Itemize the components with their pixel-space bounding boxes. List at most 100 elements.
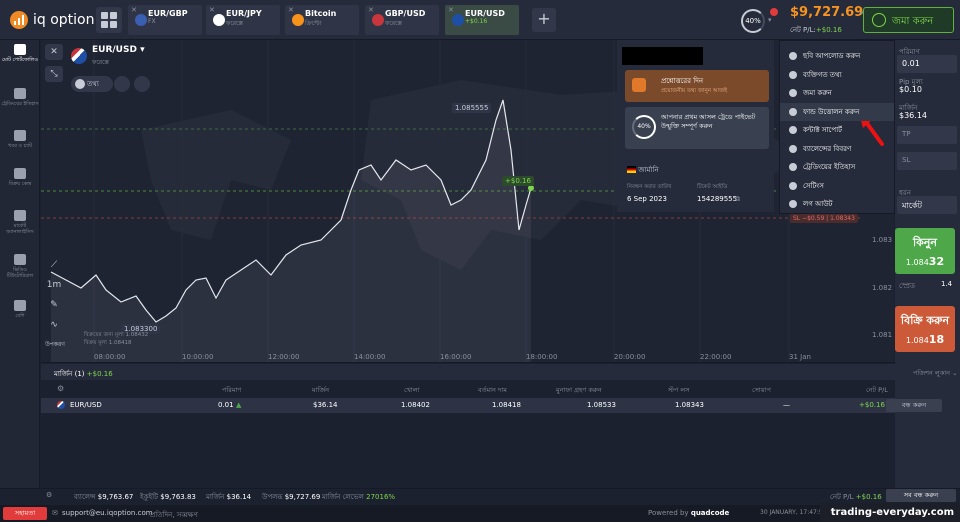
bell-icon[interactable]	[114, 76, 130, 92]
menu-item[interactable]: ছবি আপলোড করুন	[780, 47, 894, 65]
leverage-ring[interactable]: 40%	[741, 9, 765, 33]
close-position-button[interactable]: বন্ধ করুন	[886, 399, 942, 412]
info-button[interactable]: তথ্য	[71, 76, 113, 92]
close-icon[interactable]: ✕	[45, 44, 63, 60]
support-button[interactable]: সহায়তা	[3, 507, 47, 520]
tab-close-icon[interactable]: ✕	[209, 6, 215, 14]
footer-settings-icon[interactable]: ⚙	[46, 491, 52, 499]
balance-value[interactable]: $9,727.69	[790, 5, 863, 20]
indicator-icon[interactable]: ∿	[45, 316, 63, 334]
column-header[interactable]: সোয়াপ	[752, 385, 771, 396]
user-id: 154289555	[697, 195, 738, 203]
asset-selector[interactable]: EUR/USD ▾ ফরেক্সে	[71, 45, 145, 68]
tab-close-icon[interactable]: ✕	[288, 6, 294, 14]
take-profit-input[interactable]: TP	[897, 126, 957, 144]
sidebar-item[interactable]: ভিডিও টিউটোরিয়াল	[0, 254, 40, 279]
open-label: বিক্রয়ের জন্য মূল্য	[84, 332, 124, 338]
sell-price: 1.08418	[905, 333, 945, 346]
cell-asset: EUR/USD	[70, 401, 102, 409]
order-type-select[interactable]: মার্কেট	[897, 196, 957, 214]
cell-current: 1.08418	[492, 401, 521, 409]
star-icon[interactable]	[134, 76, 150, 92]
time-tick: 31 Jan	[789, 353, 811, 361]
stop-loss-input[interactable]: SL	[897, 152, 957, 170]
asset-tab[interactable]: ✕ EUR/GBP FX	[128, 5, 202, 35]
eur-usd-flag-icon	[57, 401, 65, 409]
deposit-button[interactable]: জমা করুন	[863, 7, 954, 33]
menu-item[interactable]: লগ আউট	[780, 195, 894, 213]
withdraw-icon	[789, 107, 797, 116]
analysis-icon	[14, 210, 26, 221]
sell-button[interactable]: বিক্রি করুন 1.08418	[895, 306, 955, 352]
table-row[interactable]	[41, 398, 895, 413]
timeframe-button[interactable]: 1m	[45, 276, 63, 294]
deposit-icon	[789, 89, 797, 97]
tab-name: EUR/GBP	[148, 9, 188, 18]
logo[interactable]: iq option	[10, 11, 95, 29]
amount-input[interactable]: 0.01	[897, 55, 957, 73]
tab-close-icon[interactable]: ✕	[368, 6, 374, 14]
tab-flag-icon	[135, 14, 147, 26]
expand-icon[interactable]: ⤡	[45, 66, 63, 82]
margin-tab[interactable]: মার্জিন (1) +$0.16	[54, 368, 113, 380]
menu-item[interactable]: ব্যক্তিগত তথ্য	[780, 66, 894, 84]
tab-flag-icon	[452, 14, 464, 26]
support-email[interactable]: support@eu.iqoption.com	[62, 509, 153, 517]
asset-tab[interactable]: ✕ GBP/USD ফরেক্সে	[365, 5, 439, 35]
apps-grid-button[interactable]	[96, 7, 122, 33]
column-header[interactable]: মুনাফা গ্রহণ করুন	[556, 385, 602, 396]
sidebar-item[interactable]: ট্রেডিংয়ের ইতিহাস	[0, 88, 40, 107]
asset-tab[interactable]: ✕ Bitcoin ক্রিপ্টো	[285, 5, 359, 35]
column-header[interactable]: স্টপ লস	[668, 385, 690, 396]
column-header[interactable]: মার্জিন	[312, 385, 329, 396]
buy-label: কিনুন	[913, 236, 937, 249]
sidebar-item[interactable]: মার্কেট অ্যানালাইসিস	[0, 210, 40, 235]
net-pnl: নেট P/L:+$0.16	[790, 24, 842, 36]
buy-button[interactable]: কিনুন 1.08432	[895, 228, 955, 274]
tab-name: Bitcoin	[305, 9, 337, 18]
menu-item-label: ব্যালেন্সের বিবরণ	[803, 144, 852, 153]
tab-name: GBP/USD	[385, 9, 426, 18]
promo-card[interactable]: প্রশ্নোত্তরের দিন প্রয়োজনীয় তথ্য জানুন…	[625, 70, 769, 102]
video-icon	[14, 254, 26, 265]
menu-item-label: ফান্ড উত্তোলন করুন	[803, 107, 860, 116]
time-tick: 10:00:00	[182, 353, 214, 361]
draw-icon[interactable]: ✎	[45, 296, 63, 314]
menu-item[interactable]: জমা করুন	[780, 84, 894, 102]
cell-sl: 1.08343	[675, 401, 704, 409]
id-label: টিকেট আইডি	[697, 184, 728, 190]
tab-close-icon[interactable]: ✕	[448, 6, 454, 14]
sidebar-item[interactable]: মোট পোর্টফোলিও	[0, 44, 40, 63]
sidebar-item[interactable]: বেশি	[0, 300, 40, 319]
asset-tab[interactable]: ✕ EUR/USD +$0.16	[445, 5, 519, 35]
up-arrow-icon: ▲	[236, 401, 242, 409]
time-tick: 12:00:00	[268, 353, 300, 361]
footer-balance: ব্যালেন্স $9,763.67	[74, 493, 134, 501]
asset-tab[interactable]: ✕ EUR/JPY ফরেক্সে	[206, 5, 280, 35]
chevron-down-icon[interactable]: ▾	[768, 16, 772, 24]
copy-icon[interactable]: ⧉	[735, 195, 740, 204]
menu-item[interactable]: ট্রেডিংয়ের ইতিহাস	[780, 158, 894, 176]
menu-item[interactable]: সেটিংস	[780, 177, 894, 195]
menu-item[interactable]: ফান্ড উত্তোলন করুন	[780, 102, 894, 121]
sidebar-item[interactable]: বিক্রয় কেন্দ্র	[0, 168, 40, 187]
sidebar-item[interactable]: খবর ও চ্যাট	[0, 130, 40, 149]
add-tab-button[interactable]: +	[532, 8, 556, 32]
tab-close-icon[interactable]: ✕	[131, 6, 137, 14]
chart-type-icon[interactable]: ⟋	[45, 256, 63, 274]
menu-item[interactable]: ব্যালেন্সের বিবরণ	[780, 140, 894, 158]
progress-card[interactable]: 40% আপনার প্রথম আসল ট্রেডে পাইভেট উন্মুক…	[625, 107, 769, 149]
settings-icon[interactable]: ⚙	[57, 384, 64, 393]
price-tick: 1.081	[872, 331, 893, 339]
tools-label[interactable]: উপকরণ	[43, 336, 67, 354]
net-pnl-value: +$0.16	[815, 26, 842, 34]
column-header[interactable]: বর্তমান দাম	[478, 385, 507, 396]
column-header[interactable]: নেট P/L	[866, 385, 888, 396]
country: জার্মানি	[627, 164, 659, 176]
column-header[interactable]: পরিমাণ	[222, 385, 241, 396]
hide-positions-button[interactable]: পজিশন লুকান ⌄	[913, 368, 958, 379]
sidebar-item-label: বিক্রয় কেন্দ্র	[8, 181, 32, 187]
menu-item[interactable]: কন্টাক্ট সাপোর্ট	[780, 121, 894, 139]
column-header[interactable]: খোলা	[404, 385, 420, 396]
close-all-button[interactable]: সব বন্ধ করুন	[886, 489, 956, 502]
